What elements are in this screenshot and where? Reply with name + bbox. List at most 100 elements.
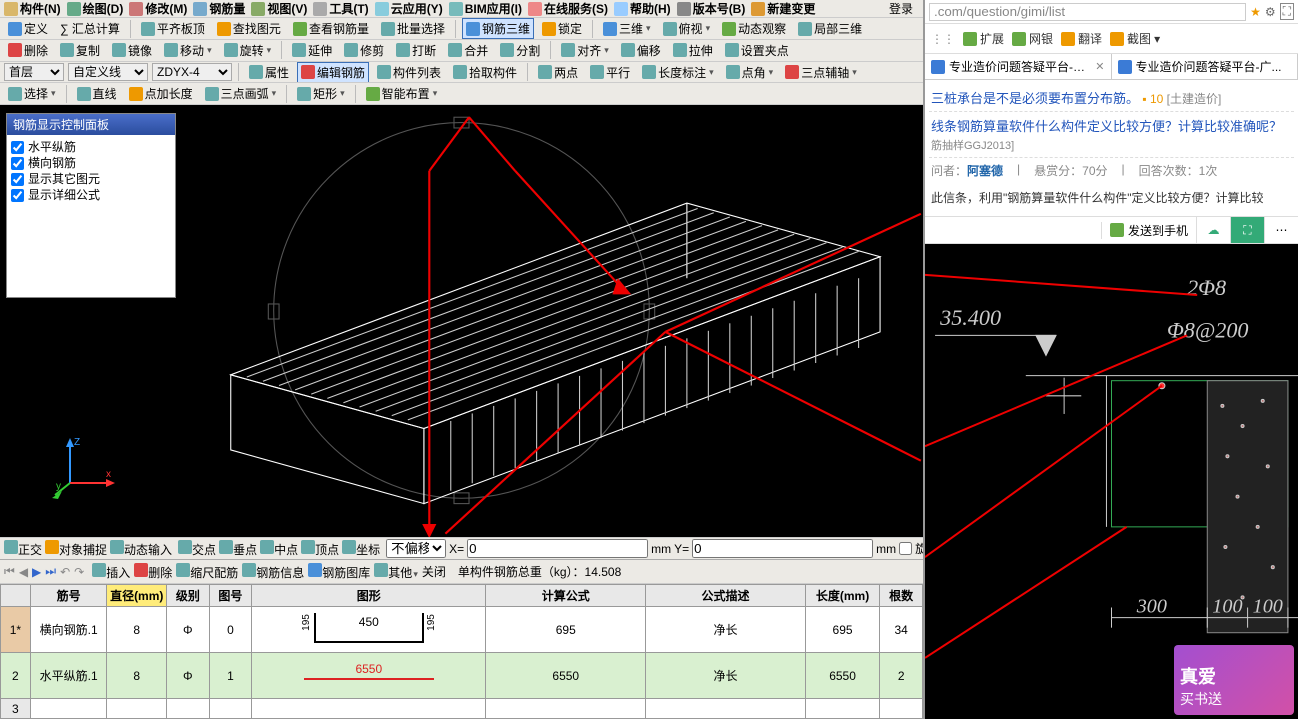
perp-button[interactable]: 垂点 — [219, 540, 257, 558]
other-dropdown[interactable]: 其他 — [374, 563, 418, 581]
local3d-button[interactable]: 局部三维 — [794, 18, 866, 39]
col-formula[interactable]: 计算公式 — [486, 585, 646, 607]
scalematch-button[interactable]: 缩尺配筋 — [176, 563, 238, 581]
rotate-button[interactable]: 旋转 — [220, 40, 276, 61]
options-icon[interactable]: ⚙ — [1265, 5, 1276, 19]
split-button[interactable]: 分割 — [496, 40, 544, 61]
threeptarc-button[interactable]: 三点画弧 — [201, 83, 281, 104]
cb-hrebar[interactable]: 水平纵筋 — [11, 139, 171, 155]
url-input[interactable] — [929, 3, 1246, 21]
viewrebar-button[interactable]: 查看钢筋量 — [289, 18, 373, 39]
redo-icon[interactable]: ↷ — [74, 565, 84, 579]
coord-button[interactable]: 坐标 — [342, 540, 380, 558]
translate-button[interactable]: 翻译 — [1061, 30, 1102, 47]
bank-button[interactable]: 网银 — [1012, 30, 1053, 47]
complist-button[interactable]: 构件列表 — [373, 62, 445, 83]
offset-mode-select[interactable]: 不偏移 — [386, 539, 446, 558]
lapjoint-button[interactable]: 拉伸 — [669, 40, 717, 61]
copy-button[interactable]: 复制 — [56, 40, 104, 61]
expand-button[interactable]: ⛶ — [1230, 217, 1264, 243]
rebar3d-button[interactable]: 钢筋三维 — [462, 18, 534, 39]
break-button[interactable]: 打断 — [392, 40, 440, 61]
col-grade[interactable]: 级别 — [167, 585, 210, 607]
cross-button[interactable]: 交点 — [178, 540, 216, 558]
merge-button[interactable]: 合并 — [444, 40, 492, 61]
more-button[interactable]: ⋯ — [1264, 217, 1298, 243]
delete-button[interactable]: 删除 — [4, 40, 52, 61]
nav-prev-icon[interactable]: ◀ — [19, 565, 28, 579]
undo-icon[interactable]: ↶ — [60, 565, 70, 579]
cb-formula[interactable]: 显示详细公式 — [11, 187, 171, 203]
insert-row-button[interactable]: 插入 — [92, 563, 130, 581]
threeptang-button[interactable]: 三点辅轴 — [781, 62, 861, 83]
zdyx-select[interactable]: ZDYX-4 — [152, 63, 232, 81]
ext-button[interactable]: 扩展 — [963, 30, 1004, 47]
fixpt-button[interactable]: 设置夹点 — [721, 40, 793, 61]
col-qty[interactable]: 根数 — [880, 585, 923, 607]
peak-button[interactable]: 顶点 — [301, 540, 339, 558]
question-item[interactable]: 线条钢筋算量软件什么构件定义比较方便？计算比较准确呢？ 筋抽样GGJ2013] — [929, 112, 1294, 158]
nav-last-icon[interactable]: ⏭ — [45, 564, 56, 579]
mirror-button[interactable]: 镜像 — [108, 40, 156, 61]
delete-row-button[interactable]: 删除 — [134, 563, 172, 581]
col-name[interactable]: 筋号 — [30, 585, 107, 607]
pickcomp-button[interactable]: 拾取构件 — [449, 62, 521, 83]
align-button[interactable]: 对齐 — [557, 40, 613, 61]
col-desc[interactable]: 公式描述 — [646, 585, 806, 607]
table-row[interactable]: 2 水平纵筋.1 8 Φ 1 6550 6550 净长 6550 2 — [1, 653, 923, 699]
menu-bim[interactable]: BIM应用(I) — [449, 0, 522, 17]
ortho-button[interactable]: 正交 — [4, 540, 42, 558]
rotate-checkbox[interactable] — [899, 542, 912, 555]
rebar-grid[interactable]: 筋号 直径(mm) 级别 图号 图形 计算公式 公式描述 长度(mm) 根数 1… — [0, 584, 923, 719]
menu-rebar[interactable]: 钢筋量 — [193, 0, 245, 17]
table-row[interactable]: 1* 横向钢筋.1 8 Φ 0 195450195 695 净长 695 34 — [1, 607, 923, 653]
shape-cell[interactable]: 195450195 — [252, 607, 486, 653]
extend-button[interactable]: 延伸 — [288, 40, 336, 61]
table-row[interactable]: 3 — [1, 699, 923, 719]
col-figno[interactable]: 图号 — [209, 585, 252, 607]
viewport-3d[interactable]: 钢筋显示控制面板 水平纵筋 横向钢筋 显示其它图元 显示详细公式 — [0, 105, 923, 537]
menu-new[interactable]: 新建变更 — [751, 0, 815, 17]
rebarlib-button[interactable]: 钢筋图库 — [308, 563, 370, 581]
col-dia[interactable]: 直径(mm) — [107, 585, 167, 607]
sumcalc-button[interactable]: ∑ 汇总计算 — [56, 18, 124, 39]
dyninput-button[interactable]: 动态输入 — [110, 540, 172, 558]
defline-select[interactable]: 自定义线 — [68, 63, 148, 81]
attr-button[interactable]: 属性 — [245, 62, 293, 83]
flattpl-button[interactable]: 平齐板顶 — [137, 18, 209, 39]
move-button[interactable]: 移动 — [160, 40, 216, 61]
longshort-button[interactable]: 长度标注 — [638, 62, 718, 83]
editrebar-button[interactable]: 编辑钢筋 — [297, 62, 369, 83]
figure-panel[interactable]: 35.400 2Φ8 Φ8@200 300 — [925, 244, 1298, 719]
login-link[interactable]: 登录 — [889, 0, 913, 17]
trim-button[interactable]: 修剪 — [340, 40, 388, 61]
mid-button[interactable]: 中点 — [260, 540, 298, 558]
col-shape[interactable]: 图形 — [252, 585, 486, 607]
parallel-button[interactable]: 平行 — [586, 62, 634, 83]
shape-cell[interactable]: 6550 — [252, 653, 486, 699]
nav-next-icon[interactable]: ▶ — [32, 565, 41, 579]
batchsel-button[interactable]: 批量选择 — [377, 18, 449, 39]
send-phone-button[interactable]: 发送到手机 — [1101, 222, 1196, 239]
persp-dropdown[interactable]: 俯视 — [659, 18, 715, 39]
menu-draw[interactable]: 绘图(D) — [67, 0, 124, 17]
menu-ref[interactable]: 在线服务(S) — [528, 0, 608, 17]
question-item[interactable]: 三桩承台是不是必须要布置分布筋。 ▪ 10 [土建造价] — [929, 84, 1294, 112]
threed-dropdown[interactable]: 三维 — [599, 18, 655, 39]
select-button[interactable]: 选择 — [4, 83, 60, 104]
menu-help[interactable]: 帮助(H) — [614, 0, 671, 17]
menu-cloud[interactable]: 云应用(Y) — [375, 0, 443, 17]
ptangle-button[interactable]: 点角 — [722, 62, 778, 83]
twopt-button[interactable]: 两点 — [534, 62, 582, 83]
promo-banner[interactable]: 真爱 买书送 — [1174, 645, 1294, 715]
offset-button[interactable]: 偏移 — [617, 40, 665, 61]
snip-button[interactable]: 截图▾ — [1110, 30, 1160, 47]
menu-edit[interactable]: 修改(M) — [129, 0, 187, 17]
define-button[interactable]: 定义 — [4, 18, 52, 39]
fullscreen-icon[interactable]: ⛶ — [1280, 3, 1294, 20]
menu-tool[interactable]: 工具(T) — [313, 0, 368, 17]
nav-first-icon[interactable]: ⏮ — [4, 564, 15, 579]
tab-1[interactable]: 专业造价问题答疑平台-广联...✕ — [925, 54, 1112, 79]
close-table-button[interactable]: 关闭 — [422, 563, 446, 580]
menu-file[interactable]: 构件(N) — [4, 0, 61, 17]
